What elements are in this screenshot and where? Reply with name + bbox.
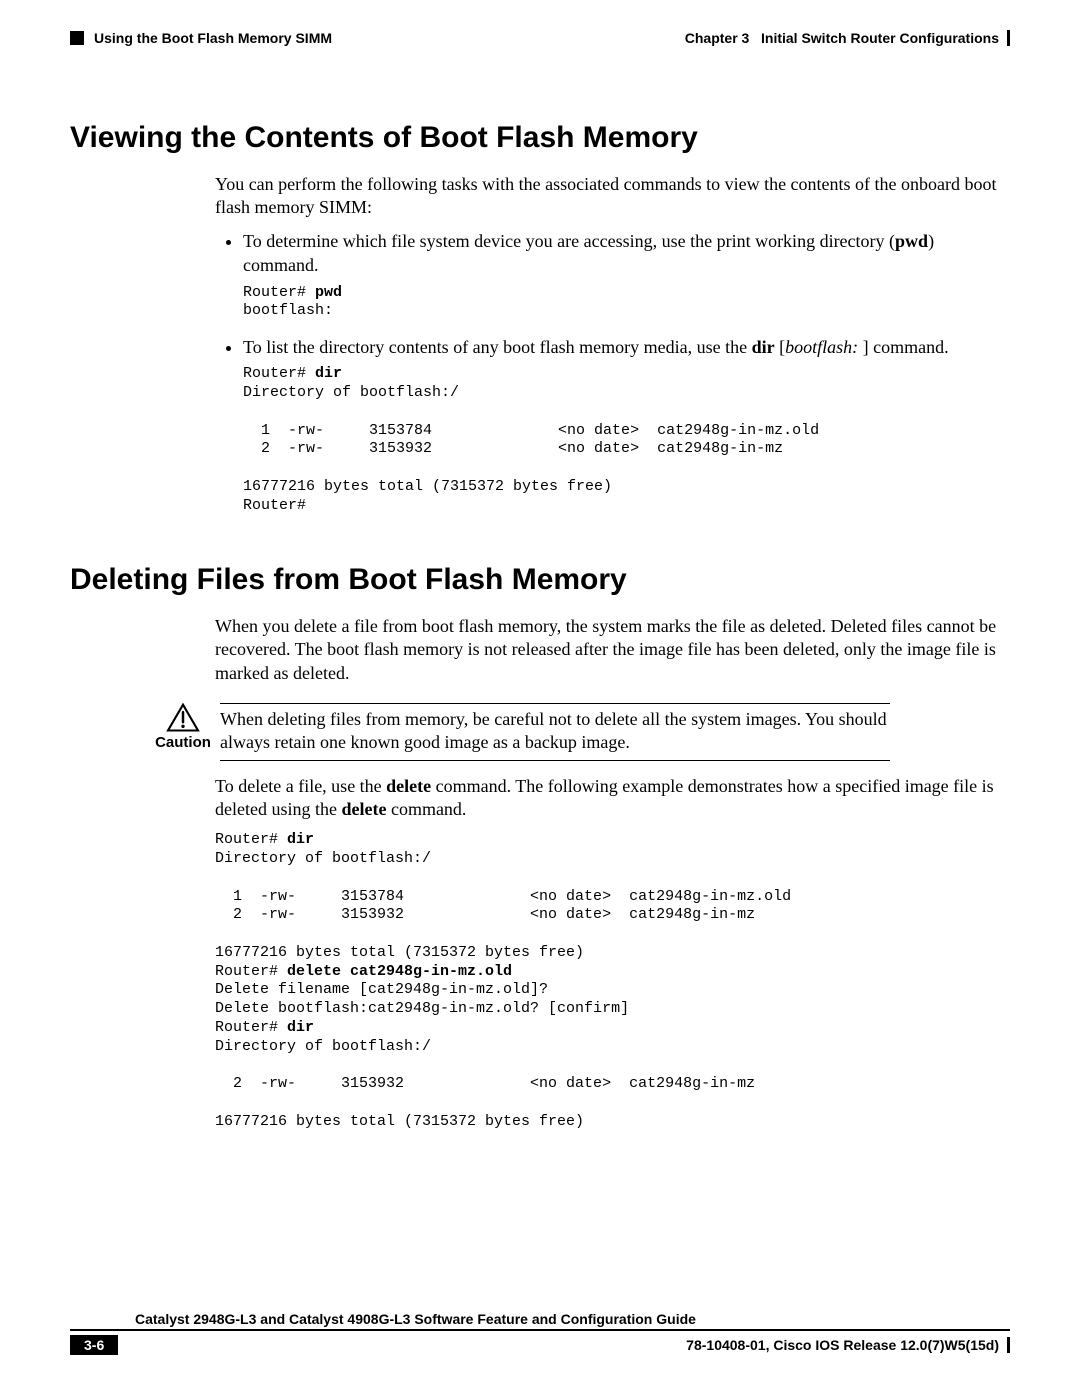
section-heading-viewing: Viewing the Contents of Boot Flash Memor… bbox=[70, 121, 1010, 155]
header-left: Using the Boot Flash Memory SIMM bbox=[70, 30, 332, 46]
section-heading-deleting: Deleting Files from Boot Flash Memory bbox=[70, 563, 1010, 597]
footer-title: Catalyst 2948G-L3 and Catalyst 4908G-L3 … bbox=[70, 1311, 1010, 1331]
chapter-label: Chapter 3 bbox=[685, 30, 750, 46]
header-divider-icon bbox=[1007, 30, 1010, 46]
caution-label: Caution bbox=[155, 734, 211, 751]
code-block-delete: Router# dir Directory of bootflash:/ 1 -… bbox=[215, 831, 1010, 1131]
caution-icon bbox=[166, 703, 200, 733]
intro-paragraph: You can perform the following tasks with… bbox=[215, 173, 1010, 219]
bullet-dir: To list the directory contents of any bo… bbox=[243, 335, 1010, 515]
cmd-dir: dir bbox=[752, 337, 775, 357]
doc-id: 78-10408-01, Cisco IOS Release 12.0(7)W5… bbox=[686, 1337, 1010, 1353]
header-marker-icon bbox=[70, 31, 84, 45]
para-delete-example: To delete a file, use the delete command… bbox=[215, 775, 1010, 821]
bullet-list: To determine which file system device yo… bbox=[215, 229, 1010, 515]
cmd-delete-2: delete bbox=[341, 799, 386, 819]
footer-divider-icon bbox=[1007, 1337, 1010, 1353]
page-footer: Catalyst 2948G-L3 and Catalyst 4908G-L3 … bbox=[70, 1311, 1010, 1355]
code-block-pwd: Router# pwd bootflash: bbox=[243, 284, 1010, 322]
cmd-pwd: pwd bbox=[895, 231, 928, 251]
cmd-delete: delete bbox=[386, 776, 431, 796]
chapter-name: Initial Switch Router Configurations bbox=[761, 30, 999, 46]
header-section-title: Using the Boot Flash Memory SIMM bbox=[94, 30, 332, 46]
header-right: Chapter 3 Initial Switch Router Configur… bbox=[685, 30, 1010, 46]
arg-bootflash: bootflash: bbox=[785, 337, 863, 357]
caution-block: Caution When deleting files from memory,… bbox=[70, 703, 1010, 762]
page-number: 3-6 bbox=[70, 1335, 118, 1355]
bullet-pwd: To determine which file system device yo… bbox=[243, 229, 1010, 321]
para-deleting-intro: When you delete a file from boot flash m… bbox=[215, 615, 1010, 684]
page-header: Using the Boot Flash Memory SIMM Chapter… bbox=[70, 30, 1010, 46]
code-block-dir: Router# dir Directory of bootflash:/ 1 -… bbox=[243, 365, 1010, 515]
caution-text: When deleting files from memory, be care… bbox=[220, 703, 890, 762]
